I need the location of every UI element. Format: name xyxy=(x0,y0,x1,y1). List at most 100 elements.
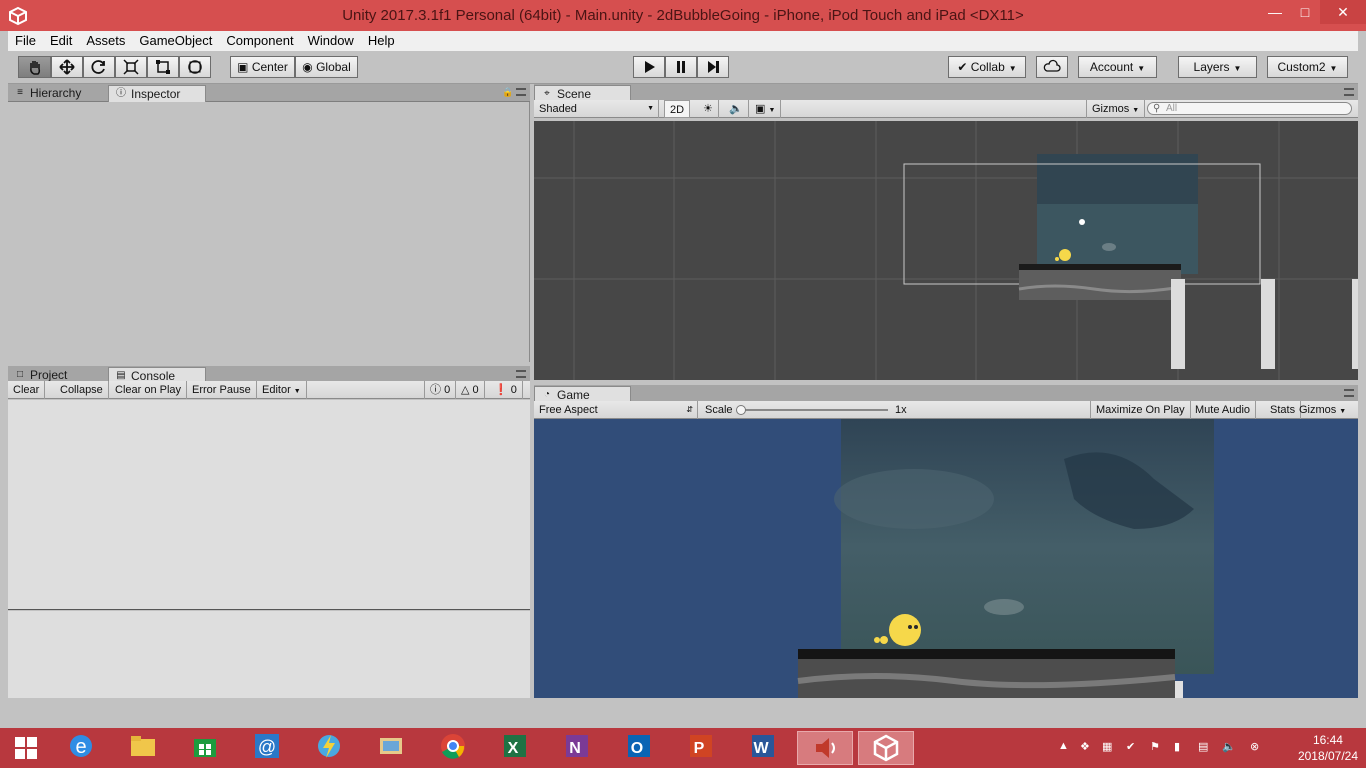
tab-scene-label: Scene xyxy=(557,87,592,101)
warning-count: 0 xyxy=(472,384,479,396)
layers-dropdown[interactable]: Layers ▼ xyxy=(1178,56,1257,78)
system-clock[interactable]: 16:44 2018/07/24 xyxy=(1298,732,1358,764)
taskbar-file-explorer[interactable] xyxy=(121,731,165,765)
hand-icon xyxy=(29,61,40,75)
warning-count-button[interactable]: △ 0 xyxy=(456,381,485,399)
scale-slider-track[interactable] xyxy=(740,409,888,411)
list-icon: ≡ xyxy=(17,87,23,98)
rotate-tool-button[interactable] xyxy=(83,56,115,78)
speaker-icon xyxy=(816,738,835,758)
scene-pillar-middle xyxy=(1261,279,1275,369)
step-button[interactable] xyxy=(697,56,729,78)
taskbar-remote-desktop[interactable] xyxy=(369,731,413,765)
tab-hierarchy[interactable]: ≡ Hierarchy xyxy=(8,85,89,102)
taskbar-outlook[interactable]: O xyxy=(617,731,661,765)
scene-toolbar: Shaded ▼ 2D ☀ 🔈 ▣ ▼ Gizmos ▼ ⚲ All xyxy=(534,100,1358,118)
panel-menu-icon[interactable] xyxy=(1344,88,1354,96)
error-count-button[interactable]: ❗ 0 xyxy=(489,381,523,399)
menu-assets[interactable]: Assets xyxy=(79,31,132,51)
game-character-eye xyxy=(908,625,912,629)
menu-help[interactable]: Help xyxy=(361,31,402,51)
rotate-icon xyxy=(91,60,105,74)
editor-dropdown[interactable]: Editor ▼ xyxy=(257,381,307,399)
clock-date: 2018/07/24 xyxy=(1297,749,1358,763)
pause-button[interactable] xyxy=(665,56,697,78)
scale-tool-button[interactable] xyxy=(115,56,147,78)
volume-icon[interactable]: 🔈 xyxy=(1222,740,1236,753)
transform-tool-button[interactable] xyxy=(179,56,211,78)
play-button[interactable] xyxy=(633,56,665,78)
close-button[interactable]: ✕ xyxy=(1320,0,1366,24)
at-sign-icon: @ xyxy=(255,734,279,758)
menu-gameobject[interactable]: GameObject xyxy=(132,31,219,51)
panel-menu-icon[interactable] xyxy=(1344,389,1354,397)
game-gizmos-dropdown[interactable]: Gizmos ▼ xyxy=(1294,401,1351,419)
network-signal-icon[interactable]: ▤ xyxy=(1198,740,1208,753)
aspect-dropdown[interactable]: Free Aspect ⇵ xyxy=(534,401,698,419)
image-icon: ▣ xyxy=(755,103,766,115)
taskbar-store[interactable] xyxy=(183,731,227,765)
lock-icon[interactable]: 🔒 xyxy=(502,87,513,97)
taskbar-audio-app[interactable] xyxy=(797,731,853,765)
scene-gizmos-dropdown[interactable]: Gizmos ▼ xyxy=(1086,100,1146,118)
clear-button[interactable]: Clear xyxy=(8,381,46,399)
flag-icon[interactable]: ⚑ xyxy=(1150,740,1160,753)
start-button[interactable] xyxy=(4,731,48,765)
scale-slider-thumb[interactable] xyxy=(736,405,746,415)
minimize-button[interactable]: — xyxy=(1260,0,1290,24)
tab-inspector[interactable]: ⓘ Inspector xyxy=(108,85,206,102)
window-title: Unity 2017.3.1f1 Personal (64bit) - Main… xyxy=(342,7,1024,24)
battery-icon[interactable]: ▮ xyxy=(1174,740,1180,753)
move-tool-button[interactable] xyxy=(51,56,83,78)
sd-card-icon[interactable]: ▦ xyxy=(1102,740,1112,753)
taskbar-onenote[interactable]: N xyxy=(555,731,599,765)
menu-window[interactable]: Window xyxy=(301,31,361,51)
scene-canvas[interactable] xyxy=(534,121,1358,380)
pivot-center-button[interactable]: ▣ Center xyxy=(230,56,295,78)
taskbar-word[interactable]: W xyxy=(741,731,785,765)
panel-menu-icon[interactable] xyxy=(516,88,526,96)
taskbar-unity[interactable] xyxy=(858,731,914,765)
taskbar-excel[interactable]: X xyxy=(493,731,537,765)
cloud-button[interactable] xyxy=(1036,56,1068,78)
menu-component[interactable]: Component xyxy=(219,31,300,51)
dropbox-icon[interactable]: ❖ xyxy=(1080,740,1090,753)
taskbar-flow-app[interactable] xyxy=(307,731,351,765)
taskbar-mail[interactable]: @ xyxy=(245,731,289,765)
maximize-button[interactable]: □ xyxy=(1290,0,1320,24)
notification-close-icon[interactable]: ⊗ xyxy=(1250,740,1259,753)
mute-audio-toggle[interactable]: Mute Audio xyxy=(1190,401,1257,419)
game-viewport[interactable] xyxy=(534,419,1358,698)
maximize-on-play-toggle[interactable]: Maximize On Play xyxy=(1090,401,1191,419)
game-bubble-trail xyxy=(880,636,888,644)
menu-file[interactable]: File xyxy=(8,31,43,51)
audio-toggle[interactable]: 🔈 xyxy=(724,100,749,118)
scene-ground-top xyxy=(1019,264,1181,270)
menu-edit[interactable]: Edit xyxy=(43,31,79,51)
taskbar-powerpoint[interactable]: P xyxy=(679,731,723,765)
sync-check-icon[interactable]: ✔ xyxy=(1126,740,1135,753)
scene-viewport[interactable] xyxy=(534,121,1358,380)
layout-dropdown[interactable]: Custom2 ▼ xyxy=(1267,56,1348,78)
tray-overflow-icon[interactable]: ▲ xyxy=(1058,740,1069,752)
scene-bubble-character xyxy=(1059,249,1071,261)
panel-menu-icon[interactable] xyxy=(516,370,526,378)
collab-button[interactable]: ✔ Collab ▼ xyxy=(948,56,1026,78)
error-pause-button[interactable]: Error Pause xyxy=(187,381,257,399)
shading-dropdown[interactable]: Shaded ▼ xyxy=(534,100,659,118)
check-circle-icon: ✔ xyxy=(957,60,968,74)
taskbar-internet-explorer[interactable]: e xyxy=(59,731,103,765)
lighting-toggle[interactable]: ☀ xyxy=(698,100,719,118)
collapse-button[interactable]: Collapse xyxy=(55,381,109,399)
rect-tool-button[interactable] xyxy=(147,56,179,78)
console-log-list[interactable] xyxy=(8,400,530,610)
info-count-button[interactable]: ⓘ 0 xyxy=(424,381,457,399)
account-dropdown[interactable]: Account ▼ xyxy=(1078,56,1157,78)
taskbar-chrome[interactable] xyxy=(431,731,475,765)
clear-on-play-button[interactable]: Clear on Play xyxy=(110,381,188,399)
effects-dropdown[interactable]: ▣ ▼ xyxy=(750,100,782,118)
scene-search-input[interactable]: ⚲ All xyxy=(1147,102,1352,115)
pivot-global-button[interactable]: ◉ Global xyxy=(295,56,358,78)
hand-tool-button[interactable] xyxy=(18,56,51,78)
mode-2d-toggle[interactable]: 2D xyxy=(664,100,691,118)
